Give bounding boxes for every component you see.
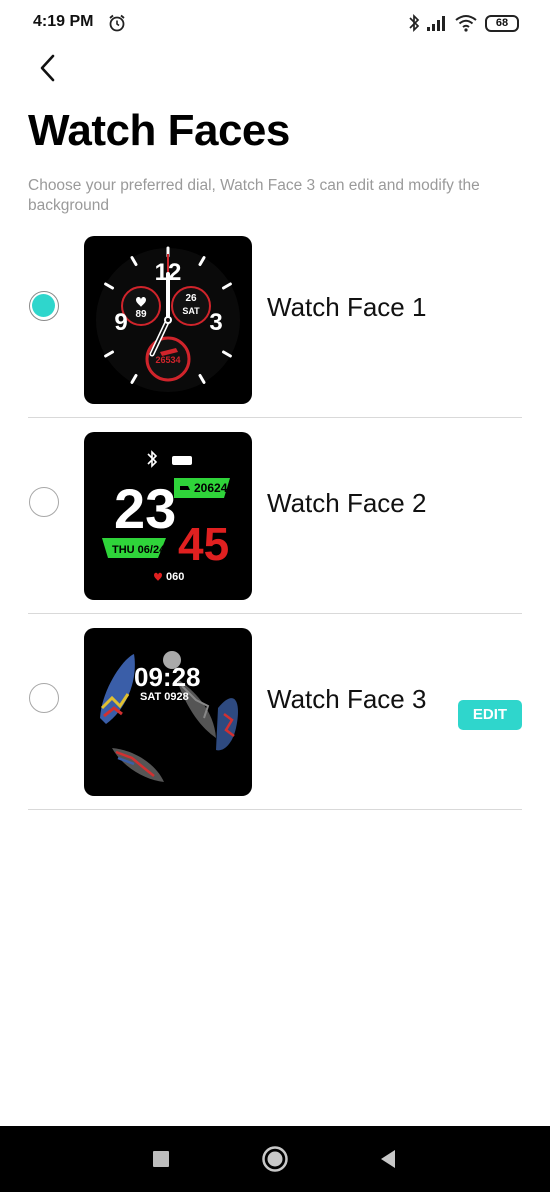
watch-face-label-2: Watch Face 2 <box>267 488 427 518</box>
dial-date-value: 26 <box>185 293 197 304</box>
radio-button-unselected[interactable] <box>29 683 59 713</box>
battery-icon: 68 <box>485 15 519 32</box>
dial-left-sub-value: 89 <box>135 309 147 320</box>
watch-face-row-2[interactable]: 23 45 20624 THU 06/24 060 Watch Face 2 <box>28 418 522 614</box>
watch-face-thumbnail-1[interactable]: 12 9 3 89 26 SAT 26534 <box>84 236 252 404</box>
page-title: Watch Faces <box>28 106 290 155</box>
circle-home-icon[interactable] <box>261 1145 289 1173</box>
page-subtitle: Choose your preferred dial, Watch Face 3… <box>28 177 480 214</box>
watch-face-thumbnail-3[interactable]: 09:28 SAT 0928 <box>84 628 252 796</box>
radio-button-unselected[interactable] <box>29 487 59 517</box>
back-button[interactable] <box>30 50 66 86</box>
triangle-back-icon[interactable] <box>379 1149 397 1169</box>
watch-face-row-3[interactable]: 09:28 SAT 0928 Watch Face 3 EDIT <box>28 614 522 810</box>
dial-hour-3: 3 <box>209 309 222 336</box>
wifi-icon <box>455 15 477 32</box>
dial-steps-value: 20624 <box>194 481 228 495</box>
edit-button[interactable]: EDIT <box>458 700 522 730</box>
square-recent-icon[interactable] <box>153 1151 169 1167</box>
analog-dial-image: 12 9 3 89 26 SAT 26534 <box>96 246 240 392</box>
dial-minute-value: 45 <box>178 518 229 570</box>
dial-hour-9: 9 <box>114 309 127 336</box>
digital-dial-image: 23 45 20624 THU 06/24 060 <box>102 450 230 583</box>
dial-date-value: SAT 0928 <box>140 691 189 703</box>
dial-heart-value: 060 <box>166 571 184 583</box>
status-time: 4:19 PM <box>33 13 94 30</box>
dial-day-value: SAT <box>182 306 200 316</box>
signal-icon <box>427 16 445 31</box>
status-bar: 4:19 PM 68 <box>0 0 550 48</box>
watch-face-label-1: Watch Face 1 <box>267 292 427 322</box>
watch-face-row-1[interactable]: 12 9 3 89 26 SAT 26534 Watch Face 1 <box>28 222 522 418</box>
radio-button-selected[interactable] <box>29 291 59 321</box>
bluetooth-icon <box>409 13 420 33</box>
dial-steps-value: 26534 <box>155 355 180 365</box>
dial-time-value: 09:28 <box>134 662 201 692</box>
alarm-icon <box>109 14 125 32</box>
watch-face-thumbnail-2[interactable]: 23 45 20624 THU 06/24 060 <box>84 432 252 600</box>
system-nav-bar <box>0 1126 550 1192</box>
watch-face-label-3: Watch Face 3 <box>267 684 427 714</box>
dial-hour-value: 23 <box>114 477 176 540</box>
custom-background-dial-image: 09:28 SAT 0928 <box>100 651 238 782</box>
dial-date-value: THU 06/24 <box>112 544 166 556</box>
